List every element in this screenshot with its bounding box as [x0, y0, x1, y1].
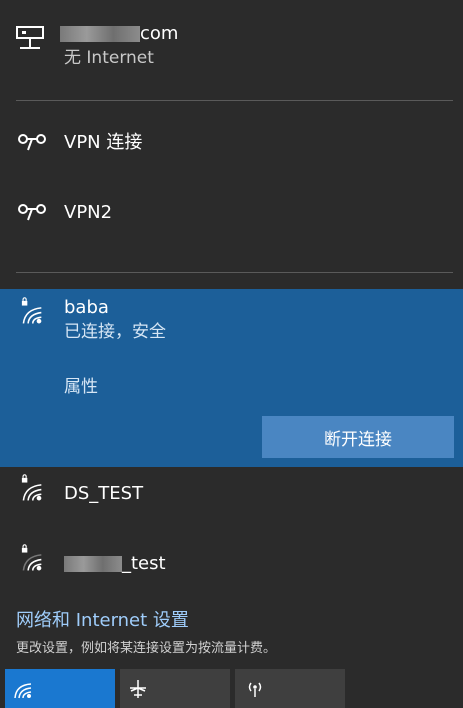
network-name: baba: [64, 297, 109, 318]
redacted-text: [60, 26, 140, 42]
properties-link[interactable]: 属性: [64, 372, 98, 397]
disconnect-button[interactable]: 断开连接: [262, 416, 454, 458]
network-status: 无 Internet: [64, 48, 154, 68]
network-item-wired[interactable]: com 无 Internet: [0, 0, 463, 90]
airplane-mode-toggle[interactable]: [120, 669, 230, 708]
vpn-icon: [18, 134, 46, 151]
network-flyout: com 无 Internet VPN 连接 VPN2 baba 已连接，安全 属…: [0, 0, 463, 708]
wifi-icon: [14, 683, 32, 699]
network-item-vpn1[interactable]: VPN 连接: [0, 118, 463, 168]
mobile-hotspot-toggle[interactable]: [235, 669, 345, 708]
network-settings-link[interactable]: 网络和 Internet 设置: [16, 606, 189, 632]
vpn-icon: [18, 204, 46, 221]
secured-wifi-icon: [21, 474, 42, 501]
network-settings-description: 更改设置，例如将某连接设置为按流量计费。: [16, 641, 277, 656]
network-status: 已连接，安全: [64, 322, 166, 342]
network-item-vpn2[interactable]: VPN2: [0, 188, 463, 238]
network-name-suffix: com: [140, 23, 179, 44]
network-item-ds-test[interactable]: DS_TEST: [0, 470, 463, 530]
network-name-suffix: _test: [122, 553, 166, 574]
network-name: VPN2: [64, 202, 113, 223]
network-name: VPN 连接: [64, 132, 143, 153]
secured-wifi-icon: [21, 297, 42, 324]
redacted-text: [64, 556, 122, 572]
divider: [16, 100, 453, 101]
airplane-icon: [130, 680, 146, 698]
hotspot-icon: [248, 682, 262, 697]
network-name: DS_TEST: [64, 483, 144, 504]
secured-wifi-weak-icon: [21, 544, 42, 571]
divider: [16, 272, 453, 273]
wifi-toggle[interactable]: [5, 669, 115, 708]
network-item-other[interactable]: _test: [0, 540, 463, 600]
ethernet-icon: [16, 26, 44, 49]
